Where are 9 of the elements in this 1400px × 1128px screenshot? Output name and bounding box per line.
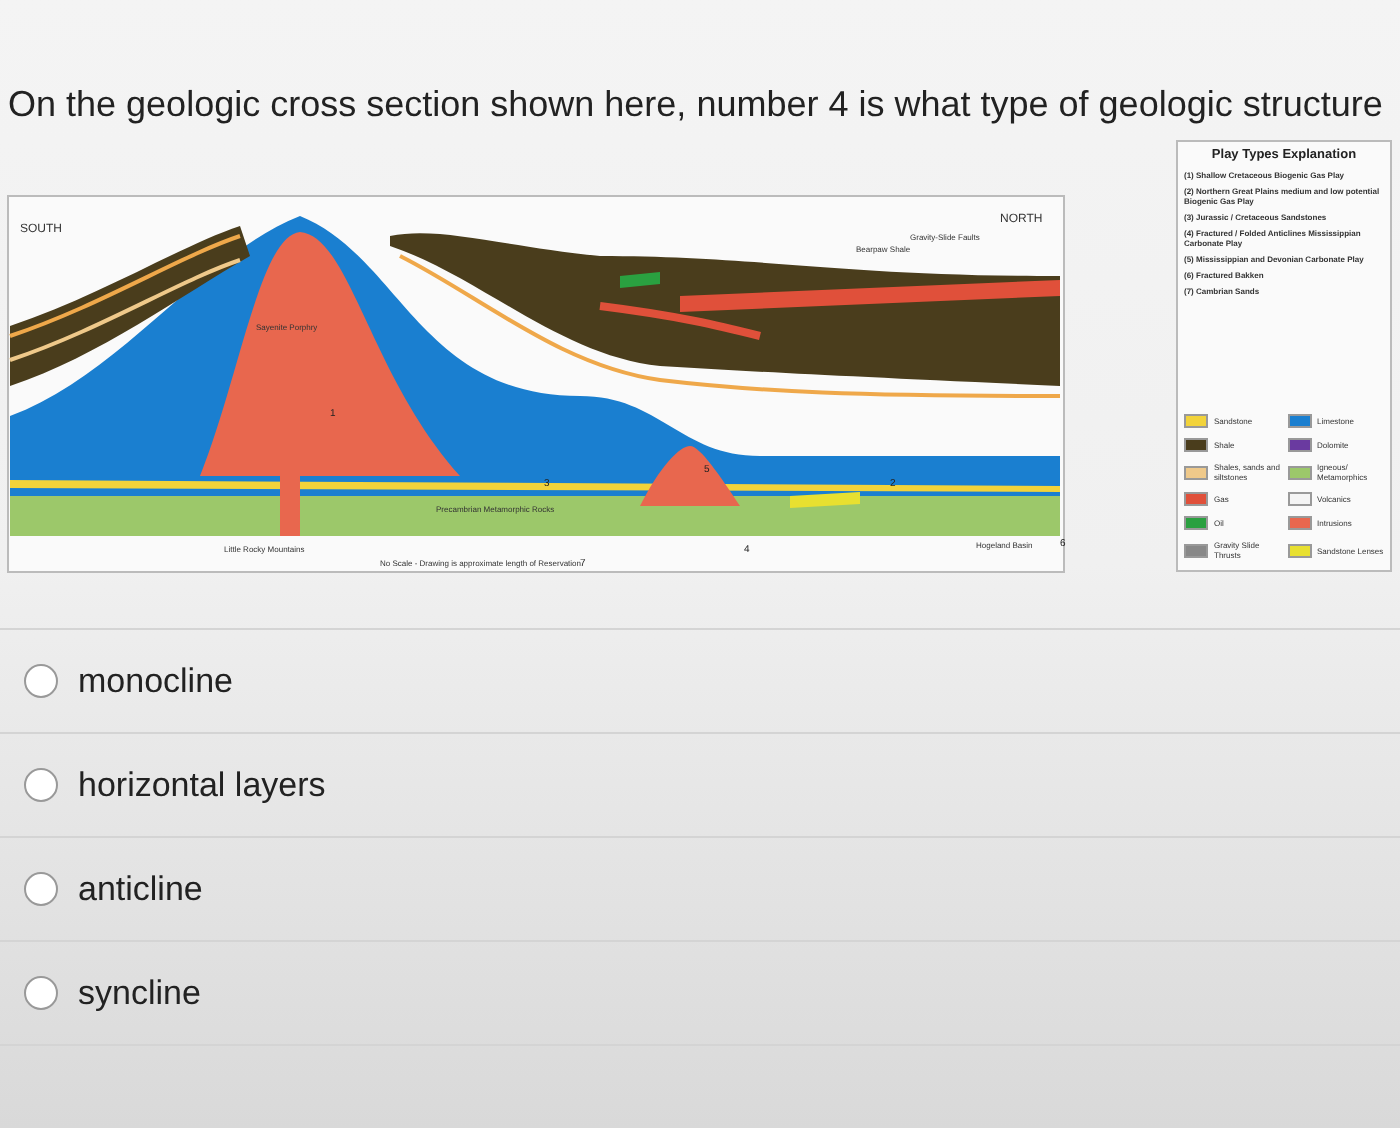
question-text: On the geologic cross section shown here, number 4 is what type of geologic structure bbox=[8, 82, 1385, 128]
option-label: monocline bbox=[78, 659, 233, 704]
radio-button[interactable] bbox=[24, 976, 58, 1010]
option-label: syncline bbox=[78, 971, 201, 1016]
option-label: horizontal layers bbox=[78, 763, 326, 808]
radio-button[interactable] bbox=[24, 664, 58, 698]
radio-button[interactable] bbox=[24, 768, 58, 802]
option-label: anticline bbox=[78, 867, 203, 912]
radio-button[interactable] bbox=[24, 872, 58, 906]
